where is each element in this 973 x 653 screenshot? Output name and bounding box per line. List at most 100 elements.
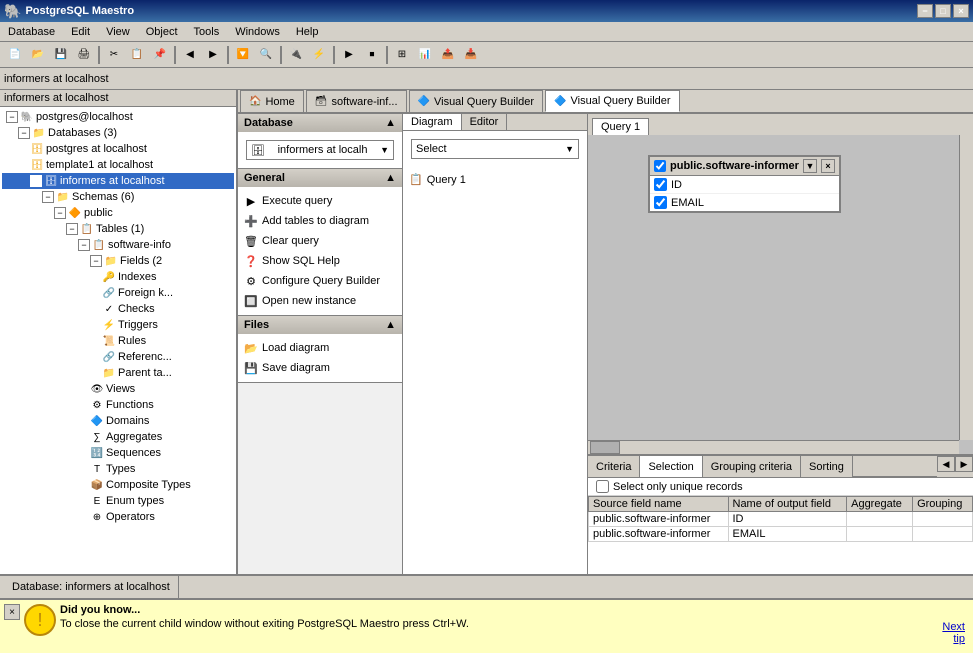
action-save-diagram[interactable]: 💾 Save diagram bbox=[242, 358, 398, 378]
info-next[interactable]: Nexttip bbox=[942, 621, 965, 645]
tree-expand-databases[interactable]: − bbox=[18, 127, 30, 139]
menu-help[interactable]: Help bbox=[288, 24, 327, 40]
tree-item-databases[interactable]: − 📁 Databases (3) bbox=[2, 125, 234, 141]
table-select-checkbox[interactable] bbox=[654, 160, 666, 172]
tree-expand-schemas[interactable]: − bbox=[42, 191, 54, 203]
action-execute-query[interactable]: ▶ Execute query bbox=[242, 191, 398, 211]
tree-item-rules[interactable]: 📜 Rules bbox=[2, 333, 234, 349]
unique-records-row[interactable]: Select only unique records bbox=[588, 478, 973, 496]
minimize-btn[interactable]: − bbox=[917, 4, 933, 18]
next-tip-link[interactable]: Nexttip bbox=[942, 621, 965, 645]
canvas-hscroll-thumb[interactable] bbox=[590, 441, 620, 454]
tree-item-postgres[interactable]: 🗄 postgres at localhost bbox=[2, 141, 234, 157]
tree-item-tables[interactable]: − 📋 Tables (1) bbox=[2, 221, 234, 237]
table-row[interactable]: public.software-informer ID bbox=[589, 512, 973, 527]
tree-expand-software[interactable]: − bbox=[78, 239, 90, 251]
database-collapse-icon[interactable]: ▲ bbox=[385, 117, 396, 129]
results-btn-1[interactable]: ◀ bbox=[937, 456, 955, 472]
toolbar-stop[interactable]: ⏹ bbox=[361, 45, 383, 65]
action-configure-qb[interactable]: ⚙ Configure Query Builder bbox=[242, 271, 398, 291]
tree-item-functions[interactable]: ⚙ Functions bbox=[2, 397, 234, 413]
action-add-tables[interactable]: ➕ Add tables to diagram bbox=[242, 211, 398, 231]
tree-item-checks[interactable]: ✓ Checks bbox=[2, 301, 234, 317]
editor-tab[interactable]: Editor bbox=[462, 114, 508, 130]
results-btn-2[interactable]: ▶ bbox=[955, 456, 973, 472]
criteria-tab[interactable]: Criteria bbox=[588, 456, 640, 477]
files-collapse-icon[interactable]: ▲ bbox=[385, 319, 396, 331]
toolbar-cut[interactable]: ✂ bbox=[103, 45, 125, 65]
toolbar-forward[interactable]: ▶ bbox=[202, 45, 224, 65]
tab-vqb2[interactable]: 🔷 Visual Query Builder bbox=[545, 90, 680, 112]
table-row[interactable]: public.software-informer EMAIL bbox=[589, 527, 973, 542]
general-collapse-icon[interactable]: ▲ bbox=[385, 172, 396, 184]
tree-item-types[interactable]: T Types bbox=[2, 461, 234, 477]
toolbar-paste[interactable]: 📌 bbox=[149, 45, 171, 65]
toolbar-export[interactable]: 📤 bbox=[437, 45, 459, 65]
table-field-id[interactable]: ID bbox=[650, 176, 839, 194]
tree-item-public[interactable]: − 🔶 public bbox=[2, 205, 234, 221]
table-box-close-btn[interactable]: × bbox=[821, 159, 835, 173]
menu-edit[interactable]: Edit bbox=[63, 24, 98, 40]
action-show-sql-help[interactable]: ❓ Show SQL Help bbox=[242, 251, 398, 271]
tree-item-sequences[interactable]: 🔢 Sequences bbox=[2, 445, 234, 461]
tree-item-software-info[interactable]: − 📋 software-info bbox=[2, 237, 234, 253]
tree-item-informers[interactable]: − 🗄 informers at localhost bbox=[2, 173, 234, 189]
tree-item-server[interactable]: − 🐘 postgres@localhost bbox=[2, 109, 234, 125]
tree-item-parent[interactable]: 📁 Parent ta... bbox=[2, 365, 234, 381]
selection-tab[interactable]: Selection bbox=[640, 456, 702, 477]
menu-object[interactable]: Object bbox=[138, 24, 186, 40]
toolbar-save[interactable]: 💾 bbox=[50, 45, 72, 65]
action-clear-query[interactable]: 🗑 Clear query bbox=[242, 231, 398, 251]
database-dropdown[interactable]: 🗄 informers at localh ▼ bbox=[246, 140, 394, 160]
tree-item-triggers[interactable]: ⚡ Triggers bbox=[2, 317, 234, 333]
tree-expand-server[interactable]: − bbox=[6, 111, 18, 123]
window-controls[interactable]: − □ × bbox=[917, 4, 969, 18]
general-section-header[interactable]: General ▲ bbox=[238, 169, 402, 187]
toolbar-print[interactable]: 🖨 bbox=[73, 45, 95, 65]
tree-item-composite[interactable]: 📦 Composite Types bbox=[2, 477, 234, 493]
tree-item-views[interactable]: 👁 Views bbox=[2, 381, 234, 397]
tab-software[interactable]: 🗃 software-inf... bbox=[306, 90, 407, 112]
toolbar-chart[interactable]: 📊 bbox=[414, 45, 436, 65]
action-open-new-instance[interactable]: 🔲 Open new instance bbox=[242, 291, 398, 311]
sorting-tab[interactable]: Sorting bbox=[801, 456, 853, 477]
tab-home[interactable]: 🏠 Home bbox=[240, 90, 304, 112]
database-section-header[interactable]: Database ▲ bbox=[238, 114, 402, 132]
toolbar-copy[interactable]: 📋 bbox=[126, 45, 148, 65]
tree-item-enumtypes[interactable]: E Enum types bbox=[2, 493, 234, 509]
toolbar-connect[interactable]: 🔌 bbox=[285, 45, 307, 65]
tree-expand-public[interactable]: − bbox=[54, 207, 66, 219]
tree-item-references[interactable]: 🔗 Referenc... bbox=[2, 349, 234, 365]
toolbar-grid[interactable]: ⊞ bbox=[391, 45, 413, 65]
maximize-btn[interactable]: □ bbox=[935, 4, 951, 18]
tree-item-template1[interactable]: 🗄 template1 at localhost bbox=[2, 157, 234, 173]
toolbar-search[interactable]: 🔍 bbox=[255, 45, 277, 65]
tree-expand-informers[interactable]: − bbox=[30, 175, 42, 187]
field-email-checkbox[interactable] bbox=[654, 196, 667, 209]
action-load-diagram[interactable]: 📂 Load diagram bbox=[242, 338, 398, 358]
query-canvas[interactable]: public.software-informer ▼ × ID EMAIL bbox=[588, 135, 973, 454]
menu-windows[interactable]: Windows bbox=[227, 24, 288, 40]
tree-item-aggregates[interactable]: ∑ Aggregates bbox=[2, 429, 234, 445]
tree-expand-tables[interactable]: − bbox=[66, 223, 78, 235]
toolbar-new[interactable]: 📄 bbox=[4, 45, 26, 65]
diagram-tab[interactable]: Diagram bbox=[403, 114, 462, 130]
canvas-vscrollbar[interactable] bbox=[959, 135, 973, 440]
toolbar-back[interactable]: ◀ bbox=[179, 45, 201, 65]
table-field-email[interactable]: EMAIL bbox=[650, 194, 839, 211]
tab-vqb1[interactable]: 🔷 Visual Query Builder bbox=[409, 90, 544, 112]
tree-item-foreignkeys[interactable]: 🔗 Foreign k... bbox=[2, 285, 234, 301]
field-id-checkbox[interactable] bbox=[654, 178, 667, 191]
toolbar-execute[interactable]: ▶ bbox=[338, 45, 360, 65]
menu-view[interactable]: View bbox=[98, 24, 138, 40]
grouping-tab[interactable]: Grouping criteria bbox=[703, 456, 801, 477]
unique-records-checkbox[interactable] bbox=[596, 480, 609, 493]
tree-item-indexes[interactable]: 🔑 Indexes bbox=[2, 269, 234, 285]
tree-expand-fields[interactable]: − bbox=[90, 255, 102, 267]
query-tab-active[interactable]: Query 1 bbox=[592, 118, 649, 135]
table-box-dropdown-arrow[interactable]: ▼ bbox=[803, 159, 817, 173]
toolbar-filter[interactable]: 🔽 bbox=[232, 45, 254, 65]
tree-item-operators[interactable]: ⊕ Operators bbox=[2, 509, 234, 525]
canvas-hscrollbar[interactable] bbox=[588, 440, 959, 454]
toolbar-open[interactable]: 📂 bbox=[27, 45, 49, 65]
